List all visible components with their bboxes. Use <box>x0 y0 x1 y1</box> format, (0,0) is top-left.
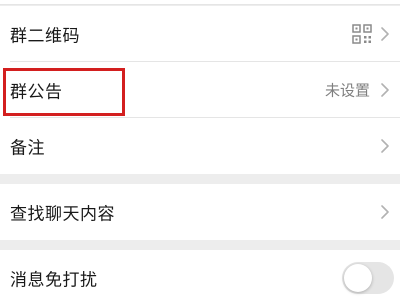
remark-label: 备注 <box>10 138 45 159</box>
group-notice-value: 未设置 <box>324 81 370 100</box>
chevron-right-icon <box>381 205 389 219</box>
mute-notifications-row: 消息免打扰 <box>0 250 400 306</box>
previous-row-edge <box>0 0 400 5</box>
group-qr-code-row[interactable]: 群二维码 <box>0 6 400 62</box>
search-chat-content-label: 查找聊天内容 <box>10 204 115 225</box>
chevron-right-icon <box>381 139 389 153</box>
search-chat-content-row[interactable]: 查找聊天内容 <box>0 184 400 240</box>
mute-notifications-toggle[interactable] <box>342 262 394 294</box>
qr-code-icon <box>352 24 372 44</box>
highlight-annotation-box <box>3 68 125 116</box>
remark-row[interactable]: 备注 <box>0 118 400 174</box>
chevron-right-icon <box>381 27 389 41</box>
chevron-right-icon <box>381 83 389 97</box>
group-qr-code-label: 群二维码 <box>10 26 80 47</box>
toggle-knob <box>344 264 372 292</box>
mute-notifications-label: 消息免打扰 <box>10 270 98 291</box>
